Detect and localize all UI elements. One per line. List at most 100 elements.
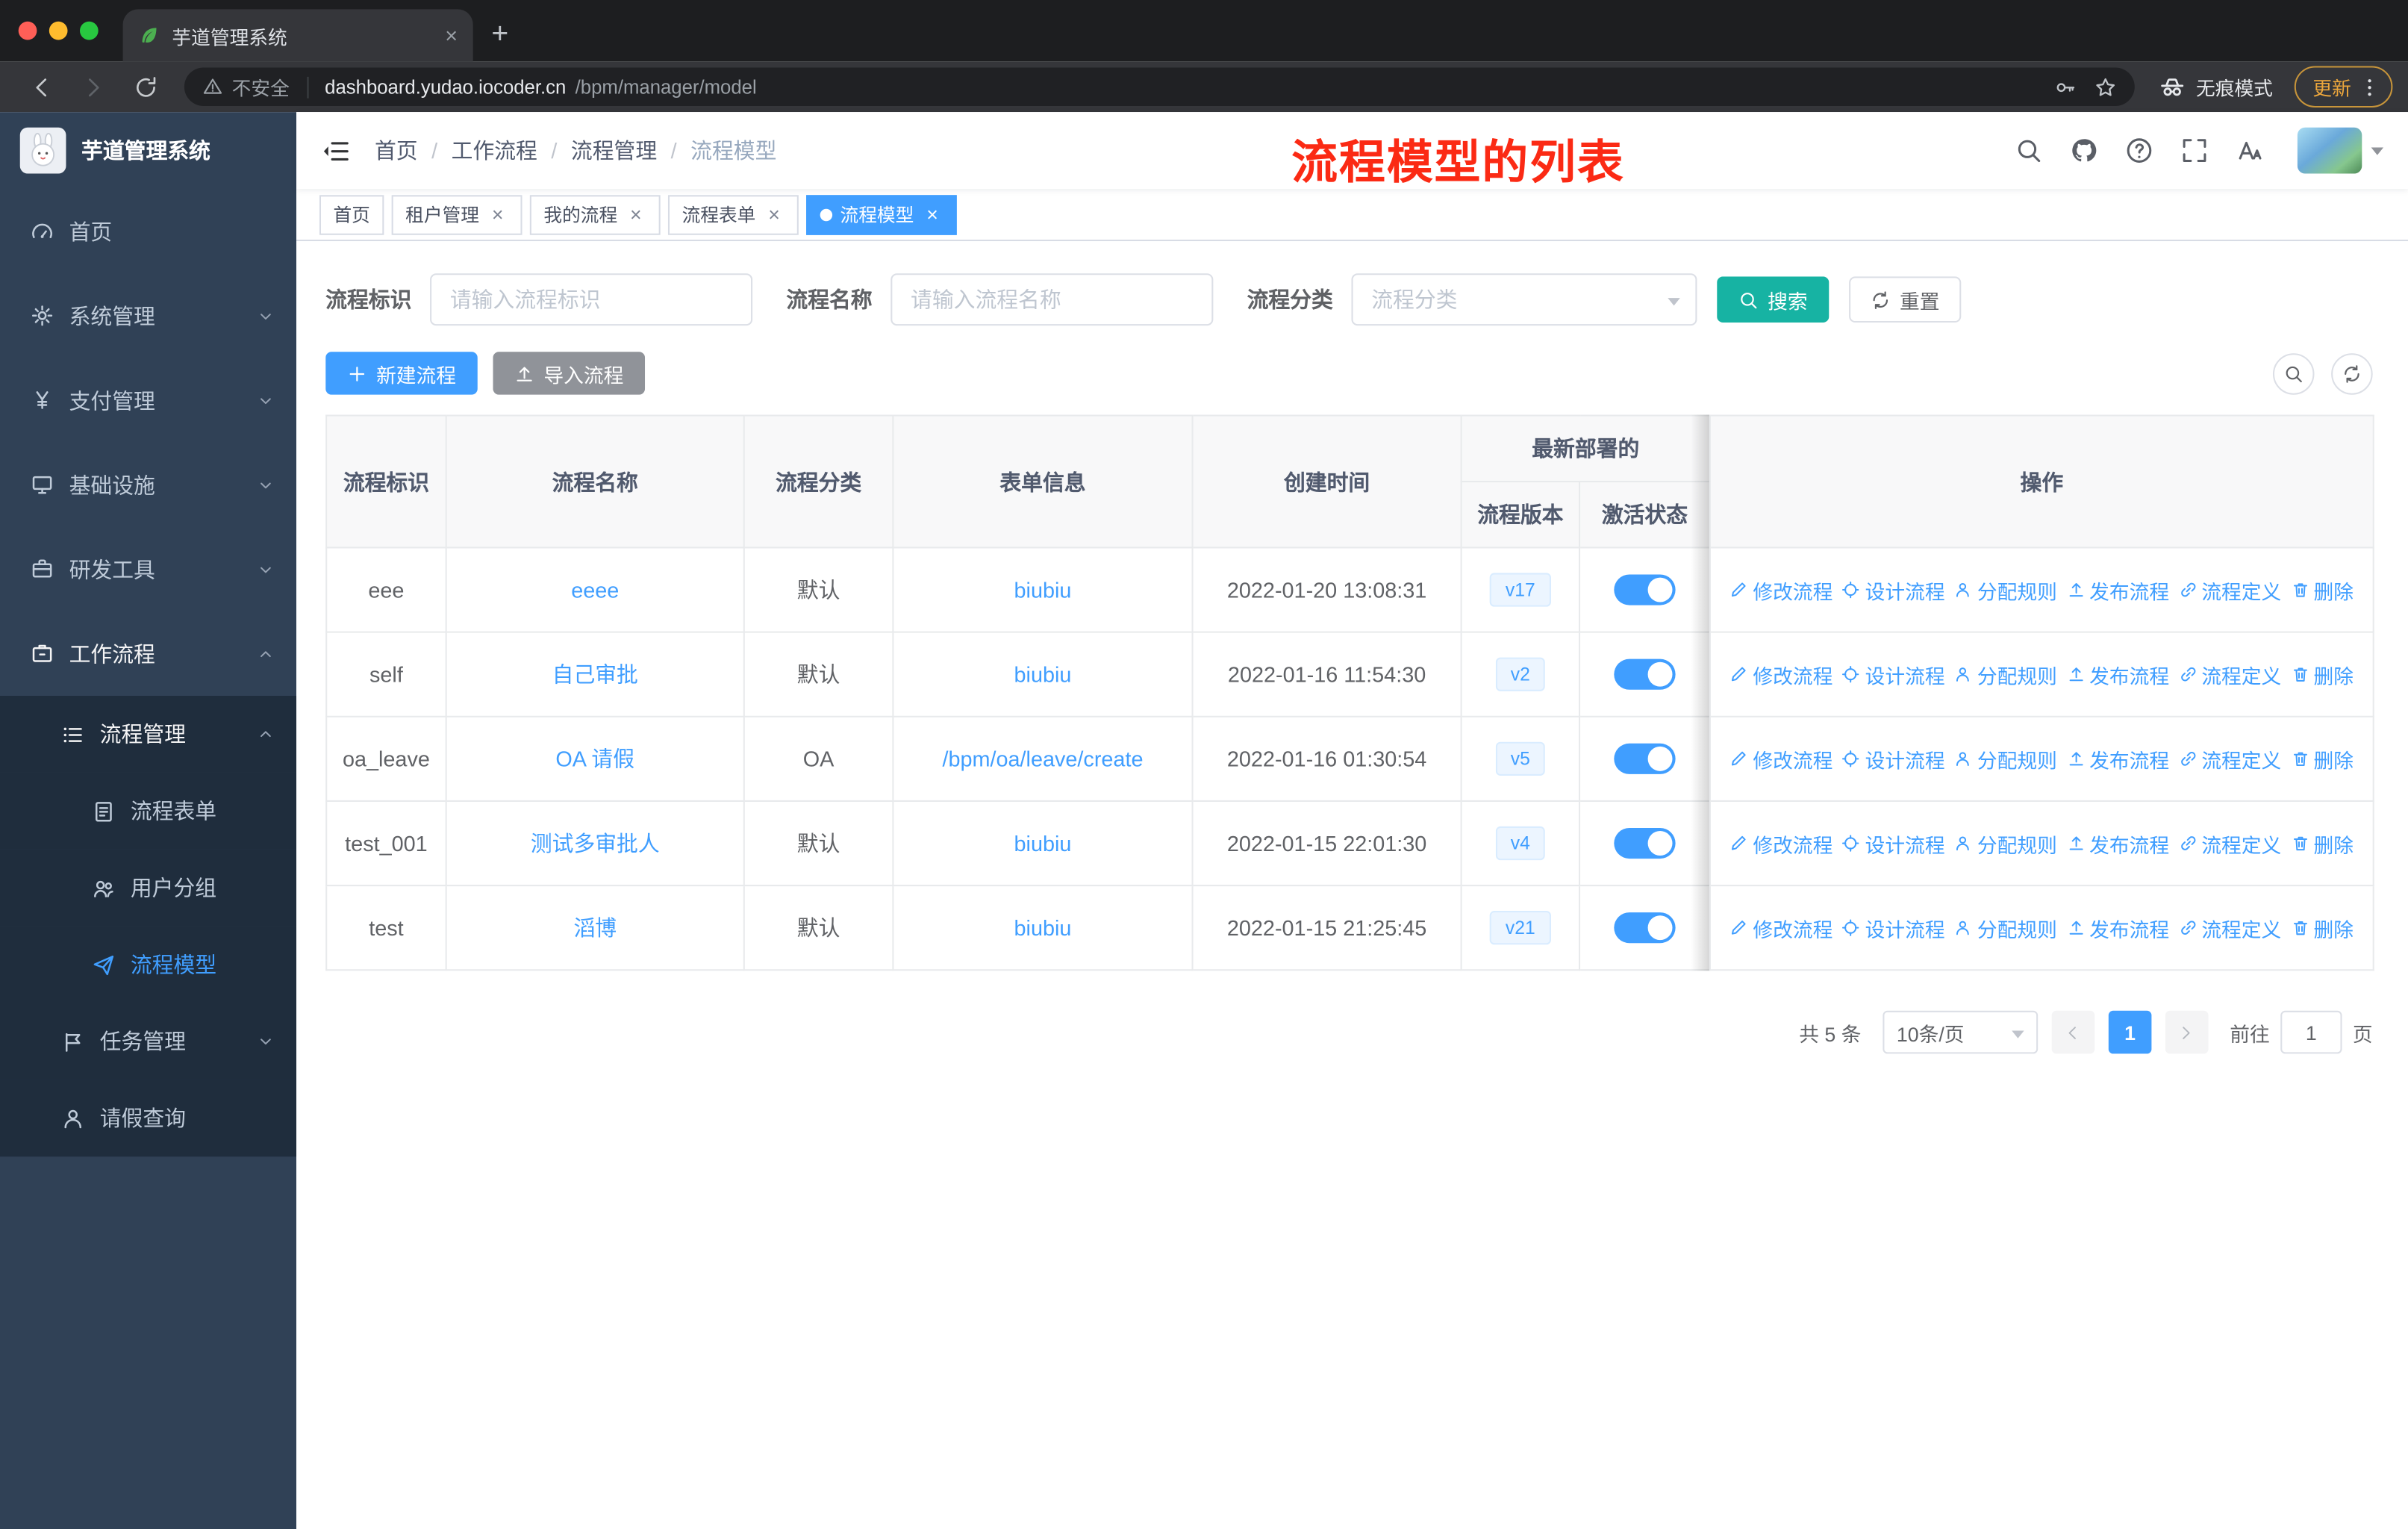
create-process-button[interactable]: 新建流程 — [325, 352, 478, 395]
op-assign-link[interactable]: 分配规则 — [1954, 660, 2057, 689]
op-assign-link[interactable]: 分配规则 — [1954, 744, 2057, 773]
op-publish-link[interactable]: 发布流程 — [2066, 829, 2169, 858]
op-definition-link[interactable]: 流程定义 — [2178, 575, 2281, 604]
sidebar-item-home[interactable]: 首页 — [0, 189, 296, 273]
refresh-table-button[interactable] — [2331, 352, 2373, 394]
process-name-link[interactable]: 测试多审批人 — [531, 831, 660, 856]
sidebar-item-payment-management[interactable]: 支付管理 — [0, 358, 296, 442]
op-delete-link[interactable]: 删除 — [2291, 829, 2354, 858]
sidebar-item-process-model[interactable]: 流程模型 — [0, 926, 297, 1003]
op-design-link[interactable]: 设计流程 — [1842, 575, 1945, 604]
process-category-select[interactable]: 流程分类 — [1351, 273, 1697, 326]
import-process-button[interactable]: 导入流程 — [493, 352, 646, 395]
op-definition-link[interactable]: 流程定义 — [2178, 829, 2281, 858]
tag-my-process[interactable]: 我的流程 × — [529, 194, 661, 234]
active-toggle[interactable] — [1614, 912, 1676, 944]
op-edit-link[interactable]: 修改流程 — [1730, 744, 1832, 773]
minimize-window-button[interactable] — [49, 21, 68, 40]
op-assign-link[interactable]: 分配规则 — [1954, 913, 2057, 942]
op-publish-link[interactable]: 发布流程 — [2066, 744, 2169, 773]
op-design-link[interactable]: 设计流程 — [1842, 913, 1945, 942]
sidebar-item-user-group[interactable]: 用户分组 — [0, 849, 297, 927]
page-size-select[interactable]: 10条/页 — [1883, 1010, 2039, 1054]
op-assign-link[interactable]: 分配规则 — [1954, 575, 2057, 604]
form-info-link[interactable]: biubiu — [1014, 578, 1072, 602]
op-definition-link[interactable]: 流程定义 — [2178, 744, 2281, 773]
sidebar-item-workflow[interactable]: 工作流程 — [0, 611, 296, 696]
op-edit-link[interactable]: 修改流程 — [1730, 660, 1832, 689]
op-edit-link[interactable]: 修改流程 — [1730, 575, 1832, 604]
goto-page-input[interactable] — [2280, 1010, 2342, 1054]
op-definition-link[interactable]: 流程定义 — [2178, 660, 2281, 689]
sidebar-logo[interactable]: 芋道管理系统 — [0, 112, 296, 189]
op-edit-link[interactable]: 修改流程 — [1730, 913, 1832, 942]
op-publish-link[interactable]: 发布流程 — [2066, 913, 2169, 942]
help-icon[interactable] — [2125, 137, 2153, 164]
op-design-link[interactable]: 设计流程 — [1842, 829, 1945, 858]
font-size-icon[interactable] — [2236, 137, 2264, 164]
tab-close-icon[interactable]: × — [445, 25, 458, 46]
op-delete-link[interactable]: 删除 — [2291, 913, 2354, 942]
tag-tenant-management[interactable]: 租户管理 × — [391, 194, 523, 234]
process-name-input[interactable] — [890, 273, 1214, 326]
sidebar-fold-icon[interactable] — [321, 136, 350, 165]
op-assign-link[interactable]: 分配规则 — [1954, 829, 2057, 858]
reload-icon[interactable] — [134, 75, 158, 99]
process-id-input[interactable] — [430, 273, 753, 326]
form-info-link[interactable]: biubiu — [1014, 662, 1072, 687]
sidebar-item-process-management[interactable]: 流程管理 — [0, 696, 297, 773]
sidebar-item-infrastructure[interactable]: 基础设施 — [0, 443, 296, 527]
new-tab-button[interactable]: + — [491, 20, 508, 49]
active-toggle[interactable] — [1614, 574, 1676, 605]
tag-home[interactable]: 首页 — [319, 194, 384, 234]
process-name-link[interactable]: OA 请假 — [555, 747, 634, 771]
forward-icon[interactable] — [81, 75, 106, 99]
fullscreen-icon[interactable] — [2181, 137, 2209, 164]
tag-process-model[interactable]: 流程模型 × — [806, 194, 957, 234]
process-name-link[interactable]: 自己审批 — [552, 662, 638, 687]
tag-close-icon[interactable]: × — [922, 204, 943, 225]
sidebar-item-dev-tools[interactable]: 研发工具 — [0, 527, 296, 611]
active-toggle[interactable] — [1614, 658, 1676, 690]
sidebar-item-process-form[interactable]: 流程表单 — [0, 772, 297, 850]
user-menu[interactable] — [2297, 127, 2384, 174]
op-delete-link[interactable]: 删除 — [2291, 575, 2354, 604]
breadcrumb-item[interactable]: 工作流程 — [452, 135, 537, 166]
toggle-search-button[interactable] — [2272, 352, 2315, 394]
back-icon[interactable] — [29, 75, 54, 99]
password-key-icon[interactable] — [2055, 76, 2077, 98]
op-publish-link[interactable]: 发布流程 — [2066, 660, 2169, 689]
page-number-button[interactable]: 1 — [2108, 1010, 2152, 1054]
tag-process-form[interactable]: 流程表单 × — [668, 194, 799, 234]
process-name-link[interactable]: 滔博 — [573, 915, 617, 940]
github-icon[interactable] — [2070, 137, 2097, 164]
reset-button[interactable]: 重置 — [1849, 276, 1962, 323]
active-toggle[interactable] — [1614, 827, 1676, 859]
op-delete-link[interactable]: 删除 — [2291, 744, 2354, 773]
tag-close-icon[interactable]: × — [625, 204, 646, 225]
op-design-link[interactable]: 设计流程 — [1842, 660, 1945, 689]
op-delete-link[interactable]: 删除 — [2291, 660, 2354, 689]
breadcrumb-item[interactable]: 流程管理 — [571, 135, 657, 166]
sidebar-item-leave-query[interactable]: 请假查询 — [0, 1080, 297, 1157]
tag-close-icon[interactable]: × — [764, 204, 785, 225]
browser-tab[interactable]: 芋道管理系统 × — [122, 9, 473, 62]
form-info-link[interactable]: biubiu — [1014, 831, 1072, 856]
form-info-link[interactable]: biubiu — [1014, 915, 1072, 940]
search-button[interactable]: 搜索 — [1717, 276, 1830, 323]
search-icon[interactable] — [2015, 137, 2042, 164]
sidebar-item-system-management[interactable]: 系统管理 — [0, 273, 296, 358]
active-toggle[interactable] — [1614, 743, 1676, 774]
form-info-link[interactable]: /bpm/oa/leave/create — [942, 747, 1143, 771]
sidebar-item-task-management[interactable]: 任务管理 — [0, 1003, 297, 1080]
browser-update-menu-button[interactable]: 更新 — [2294, 66, 2393, 108]
process-name-link[interactable]: eeee — [571, 578, 619, 602]
close-window-button[interactable] — [18, 21, 37, 40]
tag-close-icon[interactable]: × — [487, 204, 508, 225]
not-secure-warning-icon[interactable] — [203, 77, 223, 97]
maximize-window-button[interactable] — [79, 21, 99, 40]
op-publish-link[interactable]: 发布流程 — [2066, 575, 2169, 604]
bookmark-star-icon[interactable] — [2094, 76, 2116, 98]
op-definition-link[interactable]: 流程定义 — [2178, 913, 2281, 942]
address-bar[interactable]: 不安全 dashboard.yudao.iocoder.cn/bpm/manag… — [184, 67, 2135, 106]
